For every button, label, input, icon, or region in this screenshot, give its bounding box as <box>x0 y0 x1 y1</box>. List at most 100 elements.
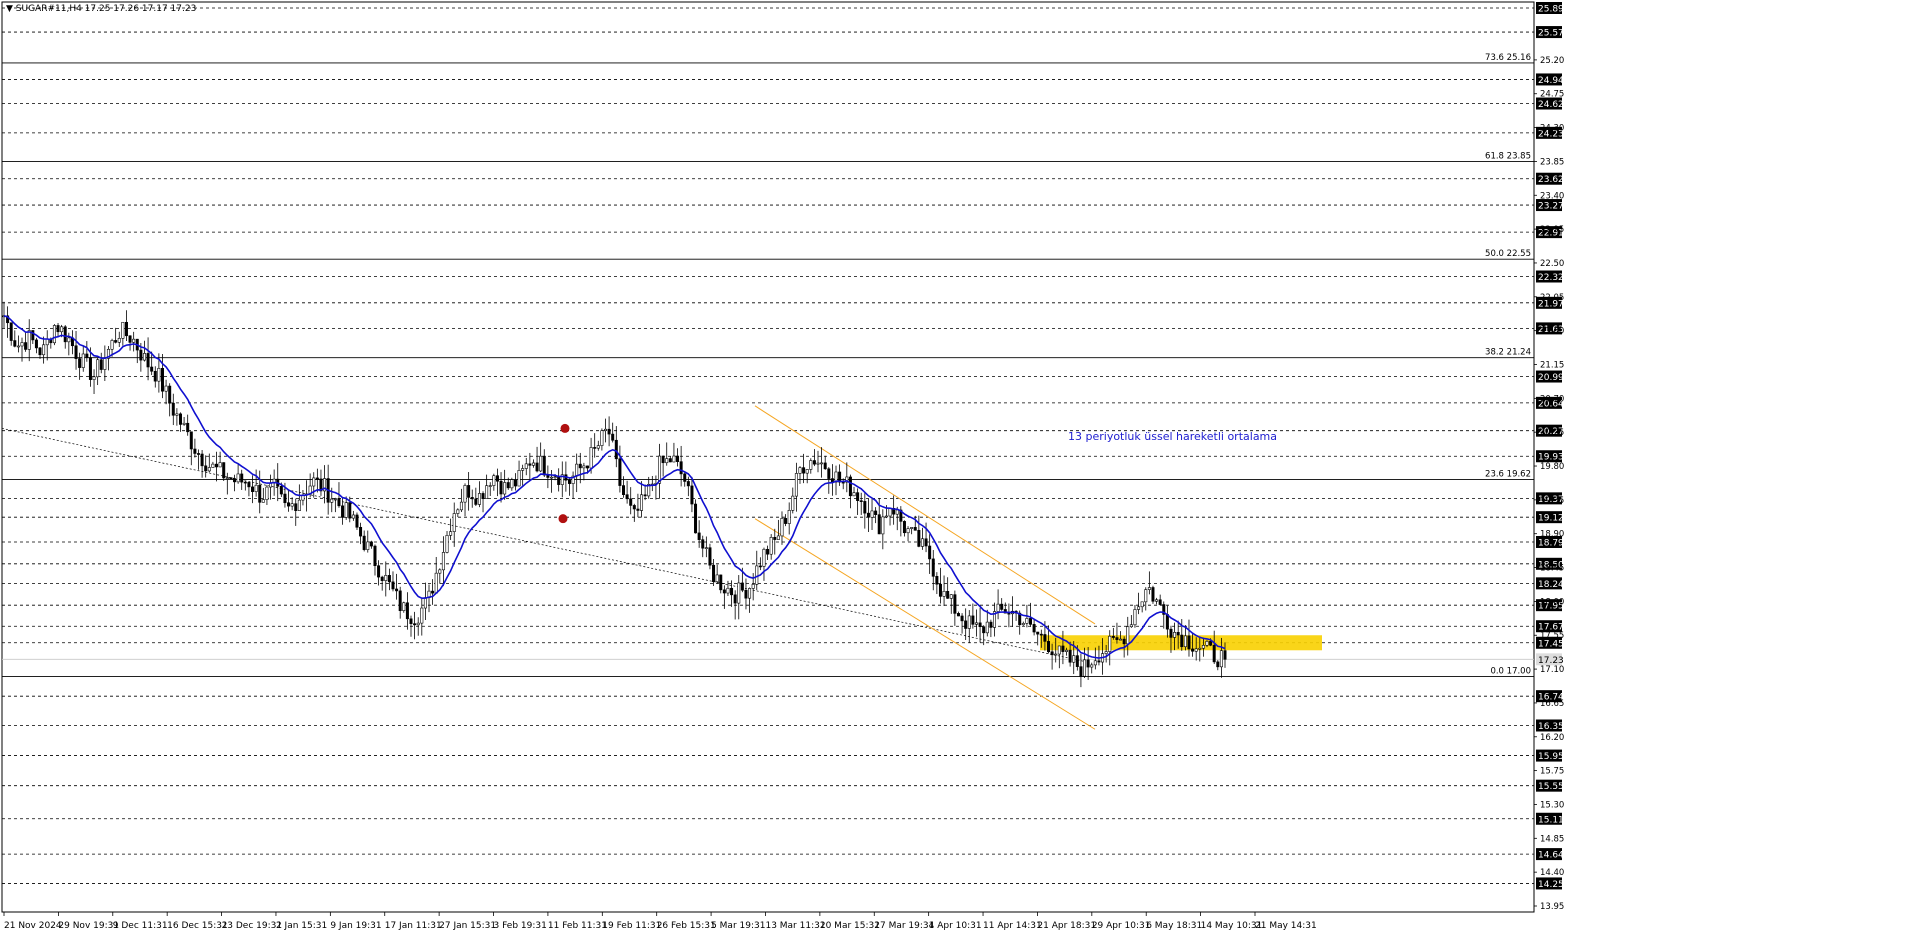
candle-body <box>168 385 172 404</box>
candle-body <box>661 455 665 464</box>
candle-body <box>1119 638 1123 641</box>
candle-body <box>171 402 175 416</box>
candle-body <box>52 325 56 344</box>
candle-body <box>132 338 136 343</box>
candle-body <box>528 463 532 466</box>
candle-body <box>863 501 867 514</box>
candle-body <box>13 340 17 347</box>
candle-body <box>938 583 942 597</box>
candle-body <box>1194 648 1198 652</box>
candle-body <box>31 330 35 341</box>
candle-body <box>643 494 647 497</box>
candle-body <box>1216 661 1220 668</box>
y-tick-label: 14.40 <box>1540 868 1564 878</box>
candle-body <box>1097 660 1101 663</box>
candle-body <box>215 463 219 468</box>
candle-body <box>189 431 193 450</box>
candle-body <box>362 535 366 550</box>
candle-body <box>618 458 622 486</box>
candle-body <box>884 515 888 518</box>
candle-body <box>1198 647 1202 650</box>
candle-body <box>377 565 381 578</box>
fib-label: 38.2 21.24 <box>1485 348 1531 358</box>
candle-body <box>942 590 946 597</box>
candle-body <box>1054 653 1058 656</box>
candle-body <box>92 376 96 380</box>
candle-body <box>1111 635 1115 638</box>
candle-body <box>881 516 885 535</box>
candle-body <box>175 413 179 416</box>
candle-body <box>207 467 211 472</box>
candle-body <box>38 347 42 356</box>
candle-body <box>910 527 914 529</box>
candle-body <box>816 462 820 465</box>
candle-body <box>1025 618 1029 624</box>
candle-body <box>636 508 640 511</box>
candle-body <box>196 453 200 455</box>
candle-body <box>902 521 906 534</box>
candle-body <box>142 353 146 361</box>
candle-body <box>413 623 417 626</box>
candle-body <box>1029 618 1033 625</box>
x-tick-label: 29 Apr 10:31 <box>1092 921 1151 931</box>
x-tick-label: 14 May 10:31 <box>1201 921 1263 931</box>
chart-window[interactable]: 73.6 25.16 61.8 23.85 50.0 22.55 38.2 21.24… <box>0 0 1916 936</box>
x-tick-label: 9 Dec 11:31 <box>113 921 168 931</box>
candle-body <box>258 484 262 503</box>
level-price-label: 20.99 <box>1538 373 1564 383</box>
level-price-label: 23.62 <box>1538 175 1564 185</box>
candle-body <box>989 621 993 628</box>
candle-body <box>485 485 489 499</box>
candle-body <box>247 482 251 488</box>
candle-body <box>1072 655 1076 663</box>
candle-body <box>751 584 755 589</box>
candle-body <box>431 590 435 594</box>
candle-body <box>1050 651 1054 656</box>
candle-body <box>103 358 107 370</box>
level-price-label: 19.12 <box>1538 514 1564 524</box>
candle-body <box>477 493 481 505</box>
candle-body <box>978 622 982 627</box>
candle-body <box>99 359 103 370</box>
price-chart[interactable]: 73.6 25.16 61.8 23.85 50.0 22.55 38.2 21.24… <box>0 0 1916 936</box>
x-tick-label: 21 Nov 2024 <box>4 921 62 931</box>
candle-body <box>730 587 734 596</box>
candle-body <box>827 468 831 479</box>
candle-body <box>1219 650 1223 668</box>
candle-body <box>971 615 975 625</box>
x-tick-label: 2 Jan 15:31 <box>276 921 327 931</box>
candle-body <box>481 493 485 499</box>
candle-body <box>737 582 741 604</box>
candle-body <box>603 428 607 432</box>
candle-body <box>1065 649 1069 652</box>
y-tick-label: 24.75 <box>1540 90 1564 100</box>
candle-body <box>614 439 618 460</box>
candle-body <box>1176 632 1180 636</box>
fib-label: 61.8 23.85 <box>1485 151 1531 161</box>
candle-body <box>1086 659 1090 668</box>
candle-body <box>124 321 128 337</box>
candle-body <box>146 353 150 368</box>
candle-body <box>420 607 424 624</box>
x-tick-label: 17 Jan 11:31 <box>385 921 442 931</box>
candle-body <box>733 594 737 604</box>
candle-body <box>726 587 730 594</box>
level-price-label: 23.27 <box>1538 202 1564 212</box>
candle-body <box>798 467 802 474</box>
y-tick-label: 17.10 <box>1540 665 1564 675</box>
candle-body <box>27 330 31 350</box>
candle-body <box>640 494 644 511</box>
candle-body <box>607 428 611 435</box>
candle-body <box>982 626 986 634</box>
y-tick-label: 16.65 <box>1540 699 1564 709</box>
fib-label: 50.0 22.55 <box>1485 249 1531 259</box>
candle-body <box>906 528 910 534</box>
candle-body <box>1155 599 1159 602</box>
x-tick-label: 21 Apr 18:31 <box>1037 921 1096 931</box>
candle-body <box>762 548 766 567</box>
candle-body <box>820 462 824 465</box>
symbol-header: ▼ SUGAR#11,H4 17.25 17.26 17.17 17.23 <box>6 4 196 14</box>
candle-body <box>1169 628 1173 638</box>
candle-body <box>283 493 287 504</box>
rebound-marker <box>558 514 568 524</box>
